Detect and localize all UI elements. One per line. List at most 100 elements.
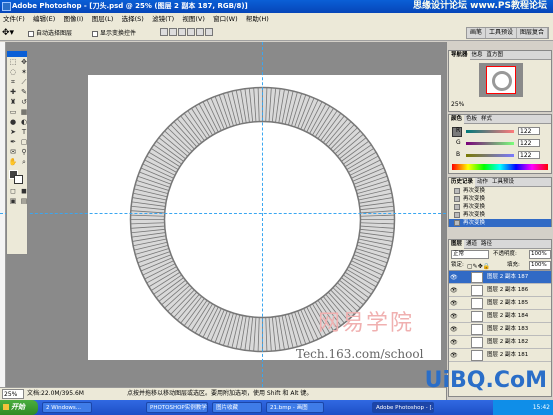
navigator-thumbnail[interactable] (479, 63, 523, 97)
layer-row[interactable]: 👁 图层 2 副本 184 (449, 310, 551, 323)
opacity-field[interactable]: 100% (529, 250, 551, 259)
align-center-icon[interactable] (196, 28, 204, 36)
fill-field[interactable]: 100% (529, 261, 551, 270)
red-track[interactable] (466, 130, 514, 133)
marquee-tool-icon[interactable]: ⬚ (8, 58, 18, 67)
taskbar-item-active[interactable]: Adobe Photoshop - [... (372, 402, 434, 413)
dodge-tool-icon[interactable]: ◐ (19, 118, 29, 127)
tab-actions[interactable]: 动作 (475, 178, 490, 187)
eyedropper-icon[interactable]: ⚲ (19, 148, 29, 157)
menu-filter[interactable]: 滤镜(T) (149, 13, 177, 25)
menu-layer[interactable]: 图层(L) (89, 13, 117, 25)
background-color[interactable] (14, 175, 23, 184)
auto-select-checkbox[interactable]: 自动选择图层 (28, 29, 72, 38)
layer-row-selected[interactable]: 👁 图层 2 副本 187 (449, 271, 551, 284)
color-swatches[interactable] (7, 168, 27, 186)
blur-tool-icon[interactable]: ● (8, 118, 18, 127)
layer-row[interactable]: 👁 图层 2 副本 186 (449, 284, 551, 297)
tab-color[interactable]: 颜色 (449, 115, 465, 124)
crop-tool-icon[interactable]: ⌗ (8, 78, 18, 87)
notes-tool-icon[interactable]: ✉ (8, 148, 18, 157)
hand-tool-icon[interactable]: ✋ (8, 158, 18, 167)
color-ramp[interactable] (452, 164, 548, 170)
zoom-tool-icon[interactable]: ⌕ (19, 158, 29, 167)
tab-tool-presets[interactable]: 工具预设 (490, 178, 516, 187)
layer-row[interactable]: 👁 图层 2 副本 182 (449, 336, 551, 349)
taskbar-item[interactable]: 图片收藏 (212, 402, 262, 413)
screen-mode-icon[interactable]: ▣ (8, 197, 18, 206)
history-item[interactable]: 再次变换 (449, 203, 551, 211)
lasso-tool-icon[interactable]: ◌ (8, 68, 18, 77)
green-track[interactable] (466, 142, 514, 145)
align-left-icon[interactable] (187, 28, 195, 36)
tab-histogram[interactable]: 直方图 (485, 51, 506, 60)
blue-value[interactable]: 122 (518, 151, 540, 159)
menu-image[interactable]: 图像(I) (60, 13, 86, 25)
visibility-eye-icon[interactable]: 👁 (450, 300, 458, 307)
visibility-eye-icon[interactable]: 👁 (450, 287, 458, 294)
green-value[interactable]: 122 (518, 139, 540, 147)
taskbar-item[interactable]: 21.bmp - 画图 (266, 402, 324, 413)
tab-channels[interactable]: 通道 (464, 240, 479, 249)
pen-tool-icon[interactable]: ✒ (8, 138, 18, 147)
visibility-eye-icon[interactable]: 👁 (450, 313, 458, 320)
tab-history[interactable]: 历史记录 (449, 178, 476, 187)
move-tool-icon[interactable]: ✥ (19, 58, 29, 67)
history-item[interactable]: 再次变换 (449, 195, 551, 203)
start-button[interactable]: 开始 (0, 400, 38, 415)
well-brushes[interactable]: 画笔 (467, 28, 486, 38)
tab-paths[interactable]: 路径 (479, 240, 494, 249)
menu-window[interactable]: 窗口(W) (210, 13, 241, 25)
align-middle-icon[interactable] (169, 28, 177, 36)
tab-navigator[interactable]: 导航器 (449, 51, 470, 60)
align-right-icon[interactable] (205, 28, 213, 36)
fullscreen-mode-icon[interactable]: ▤ (19, 197, 29, 206)
menu-view[interactable]: 视图(V) (179, 13, 208, 25)
taskbar-item[interactable]: PHOTOSHOP实例教学 (146, 402, 208, 413)
gradient-tool-icon[interactable]: ▦ (19, 108, 29, 117)
tab-info[interactable]: 信息 (470, 51, 485, 60)
layer-row[interactable]: 👁 图层 2 副本 183 (449, 323, 551, 336)
history-brush-icon[interactable]: ↺ (19, 98, 29, 107)
healing-brush-icon[interactable]: ✚ (8, 88, 18, 97)
menu-select[interactable]: 选择(S) (119, 13, 147, 25)
magic-wand-icon[interactable]: ✶ (19, 68, 29, 77)
slice-tool-icon[interactable]: ⟋ (19, 78, 29, 87)
tab-styles[interactable]: 样式 (479, 115, 494, 124)
history-item[interactable]: 再次变换 (449, 187, 551, 195)
align-bottom-icon[interactable] (178, 28, 186, 36)
visibility-eye-icon[interactable]: 👁 (450, 326, 458, 333)
eraser-tool-icon[interactable]: ▭ (8, 108, 18, 117)
path-select-icon[interactable]: ➤ (8, 128, 18, 137)
visibility-eye-icon[interactable]: 👁 (450, 274, 458, 281)
taskbar-item[interactable]: 2 Windows... (42, 402, 92, 413)
tab-swatches[interactable]: 色板 (464, 115, 479, 124)
shape-tool-icon[interactable]: ▢ (19, 138, 29, 147)
history-item[interactable]: 再次变换 (449, 211, 551, 219)
visibility-eye-icon[interactable]: 👁 (450, 352, 458, 359)
standard-mode-icon[interactable]: ◻ (8, 187, 18, 196)
history-item-current[interactable]: 再次变换 (449, 219, 551, 227)
tab-layers[interactable]: 图层 (449, 240, 465, 249)
quickmask-mode-icon[interactable]: ◼ (19, 187, 29, 196)
brush-tool-icon[interactable]: ✎ (19, 88, 29, 97)
green-slider[interactable]: G 122 (452, 139, 552, 147)
blue-track[interactable] (466, 154, 514, 157)
menu-file[interactable]: 文件(F) (0, 13, 28, 25)
red-slider[interactable]: R 122 (452, 127, 552, 135)
move-tool-icon[interactable]: ✥▾ (2, 27, 20, 39)
red-value[interactable]: 122 (518, 127, 540, 135)
well-layer-comps[interactable]: 图层复合 (517, 28, 548, 38)
clone-stamp-icon[interactable]: ♜ (8, 98, 18, 107)
align-top-icon[interactable] (160, 28, 168, 36)
layer-row[interactable]: 👁 图层 2 副本 185 (449, 297, 551, 310)
zoom-field[interactable]: 25% (2, 389, 24, 399)
menu-edit[interactable]: 编辑(E) (30, 13, 58, 25)
type-tool-icon[interactable]: T (19, 128, 29, 137)
layer-row[interactable]: 👁 图层 2 副本 181 (449, 349, 551, 362)
navigator-zoom[interactable]: 25% (451, 101, 464, 108)
blend-mode-select[interactable]: 正常 (451, 250, 489, 259)
visibility-eye-icon[interactable]: 👁 (450, 339, 458, 346)
blue-slider[interactable]: B 122 (452, 151, 552, 159)
well-tool-presets[interactable]: 工具预设 (486, 28, 517, 38)
